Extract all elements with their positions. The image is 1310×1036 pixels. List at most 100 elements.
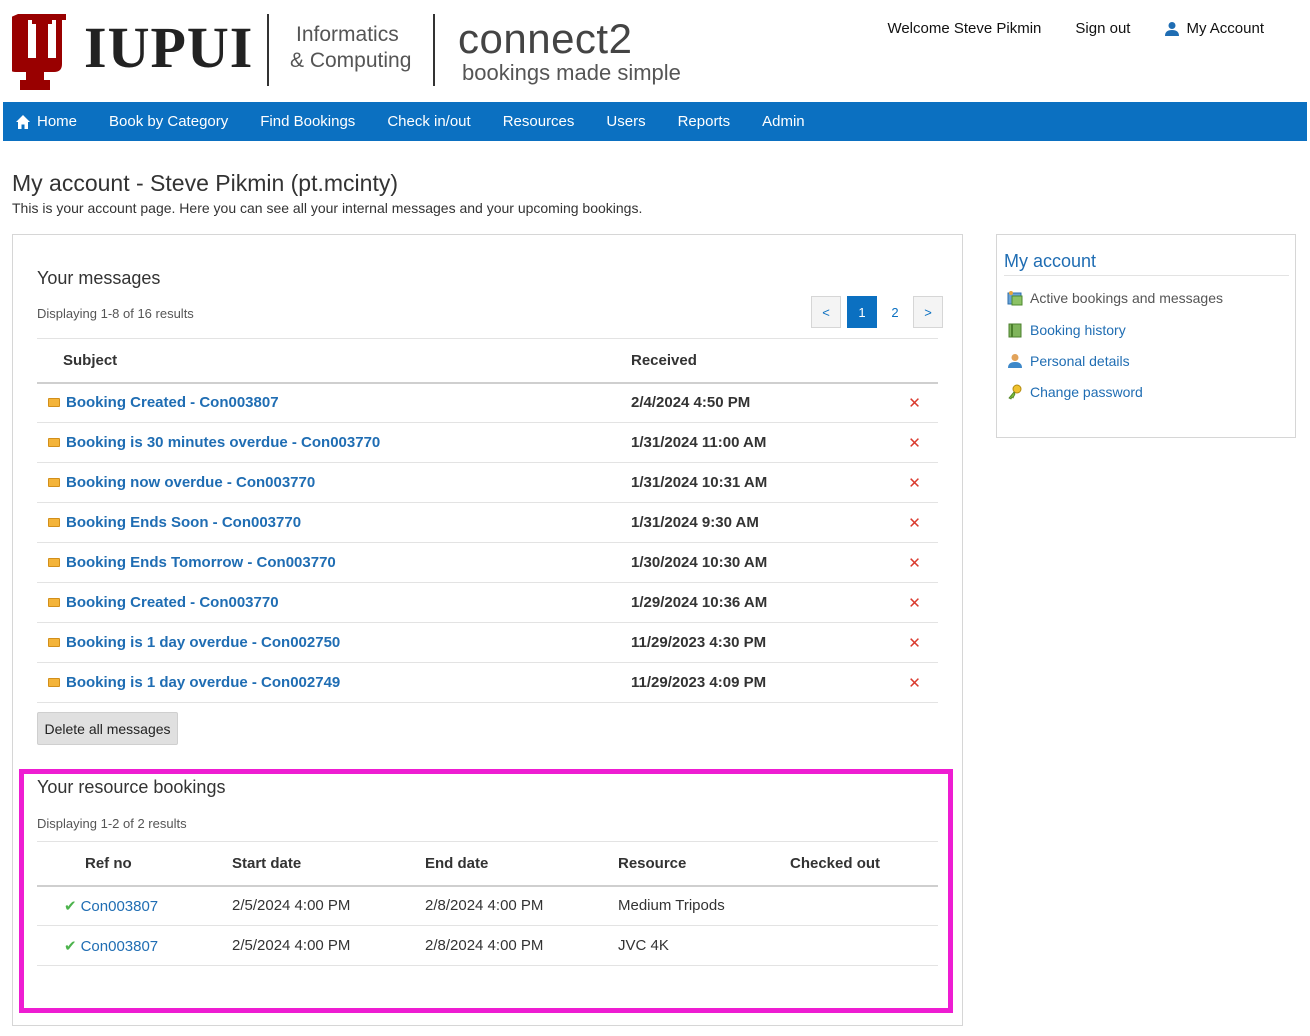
message-subject-link[interactable]: Booking Ends Tomorrow - Con003770 <box>66 554 336 571</box>
envelope-icon <box>48 557 60 567</box>
nav-users[interactable]: Users <box>590 102 661 141</box>
sidebar-item-label: Active bookings and messages <box>1030 290 1223 306</box>
message-received: 11/29/2023 4:30 PM <box>631 622 891 663</box>
nav-home[interactable]: Home <box>3 102 93 141</box>
delete-message-icon[interactable]: ✕ <box>891 502 938 543</box>
user-links: Welcome Steve Pikmin Sign out My Account <box>887 20 1264 37</box>
booking-end: 2/8/2024 4:00 PM <box>425 885 618 926</box>
message-subject-link[interactable]: Booking Created - Con003807 <box>66 394 279 411</box>
booking-ref-link[interactable]: Con003807 <box>81 938 159 955</box>
table-row: Booking is 30 minutes overdue - Con00377… <box>37 422 938 463</box>
booking-start: 2/5/2024 4:00 PM <box>232 885 425 926</box>
column-header-actions <box>891 338 938 384</box>
column-header-resource[interactable]: Resource <box>618 841 790 887</box>
column-header-checked-out[interactable]: Checked out <box>790 841 938 887</box>
my-account-link[interactable]: My Account <box>1164 20 1264 37</box>
sidebar-item-label: Change password <box>1030 384 1143 400</box>
delete-message-icon[interactable]: ✕ <box>891 462 938 503</box>
bookings-icon <box>1007 291 1023 306</box>
table-row: Booking Ends Soon - Con003770 1/31/2024 … <box>37 502 938 543</box>
table-row: Booking Created - Con003770 1/29/2024 10… <box>37 582 938 623</box>
delete-message-icon[interactable]: ✕ <box>891 582 938 623</box>
page-title: My account - Steve Pikmin (pt.mcinty) <box>12 170 398 196</box>
message-subject-link[interactable]: Booking Ends Soon - Con003770 <box>66 514 301 531</box>
page-subtitle: This is your account page. Here you can … <box>12 200 643 216</box>
messages-table: Subject Received Booking Created - Con00… <box>37 338 938 703</box>
sidebar-divider <box>1004 275 1289 276</box>
pager-page-2[interactable]: 2 <box>883 296 907 328</box>
home-icon <box>16 114 30 129</box>
message-subject-link[interactable]: Booking now overdue - Con003770 <box>66 474 315 491</box>
message-received: 1/29/2024 10:36 AM <box>631 582 891 623</box>
sign-out-link[interactable]: Sign out <box>1075 20 1130 37</box>
message-received: 1/31/2024 9:30 AM <box>631 502 891 543</box>
column-header-subject[interactable]: Subject <box>37 338 631 384</box>
message-subject-link[interactable]: Booking is 1 day overdue - Con002749 <box>66 674 340 691</box>
check-icon: ✔ <box>64 897 77 915</box>
sidebar-item-booking-history[interactable]: Booking history <box>1007 322 1126 338</box>
column-header-received[interactable]: Received <box>631 338 891 384</box>
iupui-wordmark[interactable]: IUPUI <box>84 18 253 78</box>
messages-count: Displaying 1-8 of 16 results <box>37 306 194 321</box>
envelope-icon <box>48 637 60 647</box>
delete-message-icon[interactable]: ✕ <box>891 622 938 663</box>
user-icon <box>1165 21 1180 36</box>
table-row: Booking is 1 day overdue - Con002750 11/… <box>37 622 938 663</box>
envelope-icon <box>48 597 60 607</box>
column-header-ref-no[interactable]: Ref no <box>37 841 232 887</box>
department-line-1: Informatics <box>296 23 399 46</box>
messages-pager: < 1 2 > <box>811 296 943 328</box>
booking-end: 2/8/2024 4:00 PM <box>425 925 618 966</box>
envelope-icon <box>48 437 60 447</box>
connect2-logo[interactable]: connect2 bookings made simple <box>458 16 681 84</box>
message-subject-link[interactable]: Booking Created - Con003770 <box>66 594 279 611</box>
nav-find-bookings[interactable]: Find Bookings <box>244 102 371 141</box>
booking-ref-link[interactable]: Con003807 <box>81 898 159 915</box>
header-divider <box>433 14 435 86</box>
key-icon <box>1008 384 1022 400</box>
nav-home-label: Home <box>37 113 78 130</box>
booking-checked-out <box>790 925 938 966</box>
user-icon <box>1008 354 1022 368</box>
site-header: IUPUI Informatics & Computing connect2 b… <box>0 0 1310 102</box>
brand-name: connect2 <box>458 15 633 62</box>
message-subject-link[interactable]: Booking is 1 day overdue - Con002750 <box>66 634 340 651</box>
table-row: Booking is 1 day overdue - Con002749 11/… <box>37 662 938 703</box>
table-row: ✔ Con003807 2/5/2024 4:00 PM 2/8/2024 4:0… <box>37 925 938 966</box>
main-nav: Home Book by Category Find Bookings Chec… <box>3 102 1307 141</box>
nav-book-by-category[interactable]: Book by Category <box>93 102 244 141</box>
delete-message-icon[interactable]: ✕ <box>891 542 938 583</box>
message-received: 1/31/2024 11:00 AM <box>631 422 891 463</box>
nav-check-in-out[interactable]: Check in/out <box>371 102 486 141</box>
nav-admin[interactable]: Admin <box>746 102 821 141</box>
sidebar-item-change-password[interactable]: Change password <box>1007 384 1143 400</box>
sidebar-item-personal-details[interactable]: Personal details <box>1007 353 1130 369</box>
pager-next-button[interactable]: > <box>913 296 943 328</box>
pager-page-1[interactable]: 1 <box>847 296 877 328</box>
booking-start: 2/5/2024 4:00 PM <box>232 925 425 966</box>
messages-title: Your messages <box>37 268 161 288</box>
brand-tagline: bookings made simple <box>462 60 681 85</box>
table-row: Booking now overdue - Con003770 1/31/202… <box>37 462 938 503</box>
history-icon <box>1008 323 1022 338</box>
message-subject-link[interactable]: Booking is 30 minutes overdue - Con00377… <box>66 434 380 451</box>
envelope-icon <box>48 677 60 687</box>
sidebar-item-active-bookings[interactable]: Active bookings and messages <box>1007 290 1223 306</box>
delete-message-icon[interactable]: ✕ <box>891 662 938 703</box>
delete-message-icon[interactable]: ✕ <box>891 382 938 423</box>
message-received: 1/31/2024 10:31 AM <box>631 462 891 503</box>
delete-all-messages-button[interactable]: Delete all messages <box>37 712 178 745</box>
delete-message-icon[interactable]: ✕ <box>891 422 938 463</box>
column-header-start-date[interactable]: Start date <box>232 841 425 887</box>
booking-resource: JVC 4K <box>618 925 790 966</box>
nav-reports[interactable]: Reports <box>662 102 747 141</box>
sidebar-item-label: Personal details <box>1030 353 1130 369</box>
iu-trident-logo-icon[interactable] <box>4 10 78 99</box>
column-header-end-date[interactable]: End date <box>425 841 618 887</box>
nav-resources[interactable]: Resources <box>487 102 591 141</box>
bookings-table: Ref no Start date End date Resource Chec… <box>37 841 938 966</box>
envelope-icon <box>48 477 60 487</box>
pager-prev-button[interactable]: < <box>811 296 841 328</box>
envelope-icon <box>48 397 60 407</box>
bookings-title: Your resource bookings <box>37 777 226 797</box>
